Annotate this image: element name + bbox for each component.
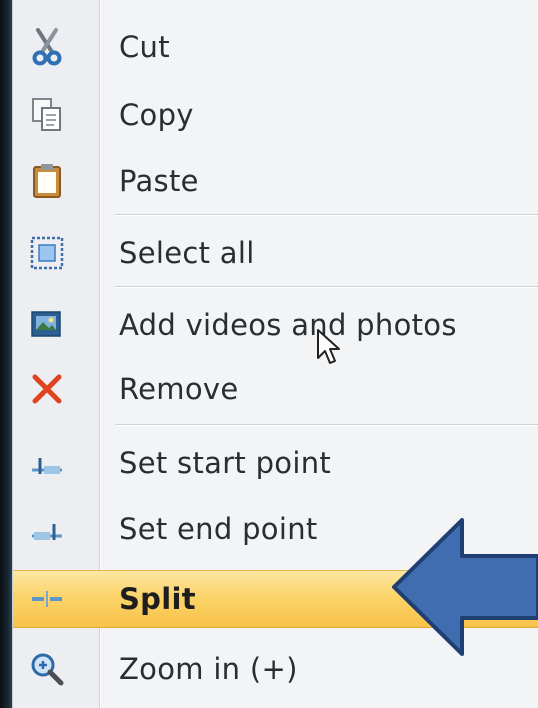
menu-item-label: Select all [119,236,255,270]
select-all-icon [27,233,67,273]
menu-item-label: Set start point [119,446,332,480]
menu-item-label: Remove [119,372,239,406]
remove-icon [27,369,67,409]
menu-item-label: Split [119,582,196,616]
copy-icon [27,95,67,135]
menu-item-label: Add videos and photos [119,308,457,342]
menu-item-add-videos-and-photos[interactable]: Add videos and photos [13,296,538,354]
menu-item-cut[interactable]: Cut [13,18,538,76]
end-point-icon [27,509,67,549]
menu-item-select-all[interactable]: Select all [13,224,538,282]
menu-item-paste[interactable]: Paste [13,152,538,210]
scissors-icon [27,27,67,67]
zoom-in-icon [27,649,67,689]
menu-item-label: Copy [119,98,194,132]
mouse-cursor-icon [317,329,340,364]
menu-item-copy[interactable]: Copy [13,86,538,144]
menu-item-label: Cut [119,30,170,64]
annotation-arrow-icon [392,518,538,656]
menu-separator [115,214,538,216]
clipboard-icon [27,161,67,201]
menu-separator [115,424,538,426]
add-media-icon [27,305,67,345]
menu-item-label: Set end point [119,512,318,546]
menu-item-set-start-point[interactable]: Set start point [13,434,538,492]
menu-item-label: Paste [119,164,199,198]
start-point-icon [27,443,67,483]
menu-separator [115,286,538,288]
menu-item-label: Zoom in (+) [119,652,298,686]
split-icon [27,579,67,619]
menu-item-remove[interactable]: Remove [13,360,538,418]
